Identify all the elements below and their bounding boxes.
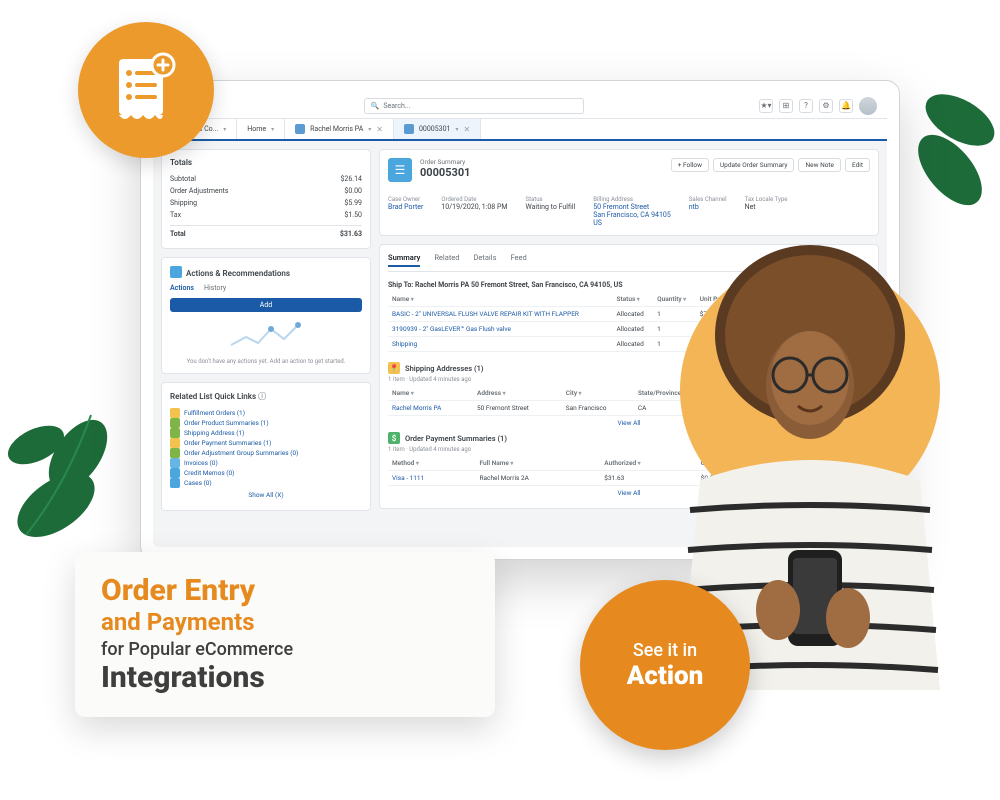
promo-card: Order Entry and Payments for Popular eCo… — [75, 552, 495, 717]
info-icon[interactable]: ⓘ — [258, 392, 266, 401]
search-placeholder: Search... — [383, 102, 410, 110]
quicklinks-card: Related List Quick Links ⓘ Fulfillment O… — [161, 382, 371, 511]
update-order-button[interactable]: Update Order Summary — [713, 158, 795, 172]
quicklink[interactable]: Order Adjustment Group Summaries (0) — [170, 448, 362, 458]
tab-home[interactable]: Home — [237, 119, 285, 139]
close-icon[interactable]: ✕ — [464, 125, 471, 134]
totals-title: Totals — [170, 158, 362, 167]
empty-illustration — [170, 312, 362, 358]
promo-line-4: Integrations — [101, 661, 469, 696]
search-icon: 🔍 — [371, 102, 380, 110]
show-all-link[interactable]: Show All (X) — [170, 488, 362, 502]
empty-message: You don't have any actions yet. Add an a… — [170, 358, 362, 365]
order-entry-badge-icon — [78, 22, 214, 158]
channel-link[interactable]: ntb — [689, 203, 727, 211]
quicklink[interactable]: Shipping Address (1) — [170, 428, 362, 438]
totals-card: Totals Subtotal$26.14 Order Adjustments$… — [161, 149, 371, 249]
quicklink[interactable]: Order Product Summaries (1) — [170, 418, 362, 428]
app-launcher-icon[interactable]: ⊞ — [779, 99, 793, 113]
add-action-button[interactable]: Add — [170, 298, 362, 312]
quicklink[interactable]: Order Payment Summaries (1) — [170, 438, 362, 448]
subtab-details[interactable]: Details — [473, 253, 496, 267]
settings-icon[interactable]: ⚙ — [819, 99, 833, 113]
help-icon[interactable]: ? — [799, 99, 813, 113]
actions-icon — [170, 266, 182, 278]
user-avatar[interactable] — [859, 97, 877, 115]
order-icon: ☰ — [388, 158, 412, 182]
quicklink[interactable]: Credit Memos (0) — [170, 468, 362, 478]
close-icon[interactable]: ✕ — [376, 125, 383, 134]
subtab-summary[interactable]: Summary — [388, 253, 420, 267]
record-type-label: Order Summary — [420, 158, 471, 166]
subtab-feed[interactable]: Feed — [510, 253, 526, 267]
notifications-icon[interactable]: 🔔 — [839, 99, 853, 113]
leaf-decoration — [900, 70, 1000, 230]
promo-line-3: for Popular eCommerce — [101, 640, 469, 661]
follow-button[interactable]: + Follow — [671, 158, 709, 172]
location-icon: 📍 — [388, 362, 400, 374]
see-it-in-action-button[interactable]: See it in Action — [580, 580, 750, 750]
tab-order-00005301[interactable]: 00005301✕ — [394, 119, 481, 139]
payment-icon: $ — [388, 432, 400, 444]
tab-strip: ...ales Co... Home Rachel Morris PA✕ 000… — [153, 119, 887, 141]
quicklink[interactable]: Invoices (0) — [170, 458, 362, 468]
quicklink[interactable]: Fulfillment Orders (1) — [170, 408, 362, 418]
ship-to-label: Ship To: Rachel Morris PA 50 Fremont Str… — [388, 281, 623, 289]
topbar: 🔍 Search... ★▾ ⊞ ? ⚙ 🔔 — [153, 93, 887, 119]
promo-line-2: and Payments — [101, 609, 469, 637]
promo-line-1: Order Entry — [101, 574, 469, 609]
tab-rachel-morris[interactable]: Rachel Morris PA✕ — [285, 119, 394, 139]
leaf-decoration — [6, 385, 126, 555]
global-search[interactable]: 🔍 Search... — [364, 98, 584, 114]
order-number: 00005301 — [420, 166, 471, 179]
quicklink[interactable]: Cases (0) — [170, 478, 362, 488]
favorite-icon[interactable]: ★▾ — [759, 99, 773, 113]
actions-tab-actions[interactable]: Actions — [170, 284, 194, 292]
actions-card: Actions & Recommendations ActionsHistory… — [161, 257, 371, 374]
subtab-related[interactable]: Related — [434, 253, 459, 267]
quicklinks-grid: Fulfillment Orders (1) Order Product Sum… — [170, 408, 362, 488]
case-owner-link[interactable]: Brad Porter — [388, 203, 423, 211]
actions-tab-history[interactable]: History — [204, 284, 226, 292]
new-note-button[interactable]: New Note — [798, 158, 841, 172]
edit-button[interactable]: Edit — [845, 158, 870, 172]
